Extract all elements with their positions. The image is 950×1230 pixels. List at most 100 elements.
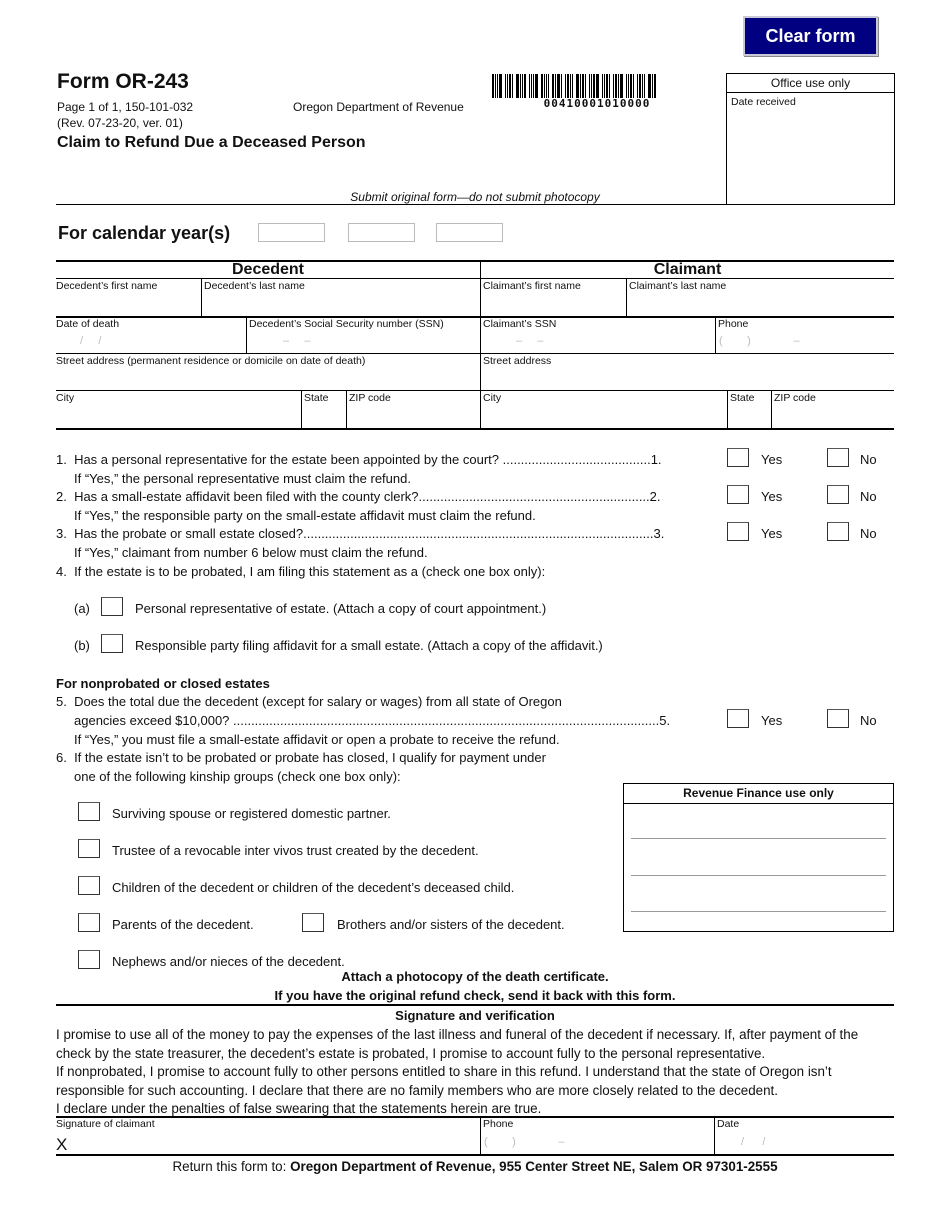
question-5-line2: agencies exceed $10,000? ...............… [74, 713, 671, 728]
question-1-note: If “Yes,” the personal representative mu… [74, 471, 411, 486]
claimant-phone-input[interactable]: ( ) – [719, 335, 800, 347]
signature-date-label: Date [717, 1118, 740, 1130]
return-address-line: Return this form to: Oregon Department o… [56, 1159, 894, 1174]
q1-yes-checkbox[interactable] [727, 448, 749, 467]
kinship-nephews-checkbox[interactable] [78, 950, 100, 969]
q1-no-checkbox[interactable] [827, 448, 849, 467]
q4-option-a-letter: (a) [74, 601, 90, 616]
barcode-bar [604, 74, 605, 98]
signature-phone-input[interactable]: ( ) – [484, 1136, 565, 1148]
q4-option-b-label: Responsible party filing affidavit for a… [135, 638, 603, 653]
kinship-children-checkbox[interactable] [78, 876, 100, 895]
q3-no-checkbox[interactable] [827, 522, 849, 541]
claimant-city-input[interactable] [482, 405, 725, 426]
cell-divider [246, 316, 247, 353]
kinship-parents-label: Parents of the decedent. [112, 917, 254, 932]
barcode-bar [630, 74, 632, 98]
divider [56, 1004, 894, 1006]
decedent-street-input[interactable] [57, 368, 478, 389]
decedent-zip-input[interactable] [348, 405, 478, 426]
claimant-last-name-input[interactable] [628, 293, 892, 314]
cell-divider [771, 390, 772, 429]
question-3-note: If “Yes,” claimant from number 6 below m… [74, 545, 428, 560]
decedent-state-label: State [304, 392, 329, 404]
q4-option-a-label: Personal representative of estate. (Atta… [135, 601, 547, 616]
kinship-siblings-checkbox[interactable] [302, 913, 324, 932]
decedent-first-name-input[interactable] [57, 293, 199, 314]
cell-divider [346, 390, 347, 429]
date-received-label: Date received [731, 96, 796, 108]
barcode-bar [555, 74, 556, 98]
q3-yes-checkbox[interactable] [727, 522, 749, 541]
q2-yes-checkbox[interactable] [727, 485, 749, 504]
grid-line [56, 316, 894, 318]
claimant-zip-input[interactable] [773, 405, 892, 426]
barcode-bar [495, 74, 496, 98]
signature-paragraph-1: I promise to use all of the money to pay… [56, 1027, 859, 1061]
revenue-finance-line [631, 911, 886, 912]
barcode-bar [561, 74, 562, 98]
office-use-box: Office use only Date received [726, 73, 895, 205]
q4-option-b-checkbox[interactable] [101, 634, 123, 653]
decedent-ssn-input[interactable]: – – [283, 335, 311, 347]
barcode-bar [628, 74, 629, 98]
barcode-bar [531, 74, 532, 98]
claimant-ssn-input[interactable]: – – [516, 335, 544, 347]
barcode-bar [509, 74, 511, 98]
divider [56, 1154, 894, 1156]
barcode-bar [593, 74, 595, 98]
grid-bottom-border [56, 428, 894, 430]
agency-name: Oregon Department of Revenue [293, 100, 464, 114]
barcode-bar [576, 74, 579, 98]
kinship-spouse-checkbox[interactable] [78, 802, 100, 821]
signature-heading: Signature and verification [395, 1008, 555, 1023]
form-title: Claim to Refund Due a Deceased Person [57, 134, 366, 151]
q4-option-a-checkbox[interactable] [101, 597, 123, 616]
claimant-phone-label: Phone [718, 318, 749, 330]
question-1-text: 1. Has a personal representative for the… [56, 452, 662, 467]
decedent-first-name-label: Decedent’s first name [56, 280, 158, 292]
claimant-first-name-label: Claimant’s first name [483, 280, 581, 292]
cell-divider [715, 316, 716, 353]
signature-phone-label: Phone [483, 1118, 514, 1130]
return-address: Oregon Department of Revenue, 955 Center… [290, 1159, 778, 1174]
grid-line [56, 353, 894, 354]
decedent-city-input[interactable] [57, 405, 299, 426]
q4-option-b-letter: (b) [74, 638, 90, 653]
revenue-finance-box: Revenue Finance use only [623, 783, 894, 932]
claimant-first-name-input[interactable] [482, 293, 624, 314]
decedent-heading: Decedent [231, 261, 305, 278]
q5-yes-checkbox[interactable] [727, 709, 749, 728]
q2-no-checkbox[interactable] [827, 485, 849, 504]
barcode-bar [596, 74, 599, 98]
claimant-state-input[interactable] [729, 405, 769, 426]
signature-input[interactable] [72, 1134, 477, 1153]
barcode-bar [637, 74, 638, 98]
barcode-bar [639, 74, 641, 98]
claimant-street-input[interactable] [482, 368, 892, 389]
signature-date-input[interactable]: / / [741, 1136, 765, 1148]
q5-no-checkbox[interactable] [827, 709, 849, 728]
claimant-state-label: State [730, 392, 755, 404]
calendar-year-input-1[interactable] [258, 223, 325, 242]
kinship-trustee-checkbox[interactable] [78, 839, 100, 858]
clear-form-button[interactable]: Clear form [743, 16, 878, 56]
grid-line [56, 390, 894, 391]
cell-divider [480, 1117, 481, 1155]
date-of-death-label: Date of death [56, 318, 120, 330]
decedent-street-label: Street address (permanent residence or d… [56, 355, 366, 367]
submit-note: Submit original form—do not submit photo… [350, 190, 600, 204]
decedent-last-name-input[interactable] [203, 293, 478, 314]
calendar-year-input-3[interactable] [436, 223, 503, 242]
barcode-bar [497, 74, 498, 98]
barcode [492, 74, 702, 98]
kinship-children-label: Children of the decedent or children of … [112, 880, 515, 895]
decedent-state-input[interactable] [303, 405, 344, 426]
grid-center-divider [480, 261, 481, 429]
barcode-bar [520, 74, 521, 98]
calendar-year-input-2[interactable] [348, 223, 415, 242]
return-check-note: If you have the original refund check, s… [274, 988, 676, 1003]
date-of-death-input[interactable]: / / [80, 335, 101, 347]
office-use-heading: Office use only [727, 74, 894, 93]
kinship-parents-checkbox[interactable] [78, 913, 100, 932]
